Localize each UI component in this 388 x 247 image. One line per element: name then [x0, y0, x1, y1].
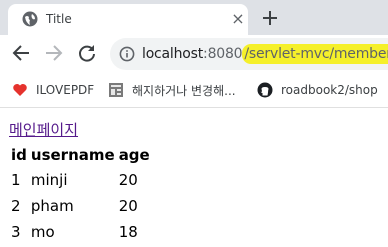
forward-arrow-icon[interactable] [42, 41, 66, 65]
cell-age: 18 [118, 223, 138, 241]
table-row: 1 minji 20 [10, 167, 151, 193]
browser-tab[interactable]: Title × [8, 4, 248, 35]
back-arrow-icon[interactable] [9, 41, 33, 65]
url-host: localhost [142, 46, 204, 62]
cell-username: minji [30, 171, 68, 189]
bookmark-label: roadbook2/shop [281, 83, 378, 97]
url-path-highlighted: /servlet-mvc/members [242, 44, 388, 64]
heart-icon [13, 84, 27, 96]
bookmarks-bar: ILOVEPDF 해지하거나 변경해... roadbook2/shop [0, 72, 388, 108]
bookmark-label: 해지하거나 변경해... [132, 83, 236, 98]
url-text[interactable]: localhost:8080/servlet-mvc/members [142, 44, 388, 64]
table-row: 3 mo 18 [10, 219, 151, 245]
new-tab-icon[interactable] [258, 6, 282, 30]
bookmark-ilovepdf[interactable]: ILOVEPDF [12, 81, 94, 99]
url-port: :8080 [203, 46, 243, 62]
close-tab-icon[interactable]: × [230, 11, 246, 27]
bookmark-document[interactable]: 해지하거나 변경해... [108, 81, 236, 99]
table-header-row: id username age [10, 143, 151, 167]
cell-username: mo [30, 223, 55, 241]
home-page-link[interactable]: 메인페이지 [9, 119, 78, 140]
toolbar: localhost:8080/servlet-mvc/members [0, 35, 388, 72]
members-table: id username age 1 minji 20 2 pham 20 3 m… [8, 143, 153, 245]
globe-icon [22, 11, 38, 27]
info-icon[interactable] [119, 46, 135, 62]
cell-username: pham [30, 197, 74, 215]
reload-icon[interactable] [75, 41, 99, 65]
table-row: 2 pham 20 [10, 193, 151, 219]
cell-age: 20 [118, 171, 138, 189]
page-content: 메인페이지 id username age 1 minji 20 2 pham … [0, 108, 388, 247]
cell-id: 2 [11, 197, 21, 215]
github-icon [257, 82, 273, 98]
column-header-id: id [11, 146, 27, 164]
address-bar[interactable]: localhost:8080/servlet-mvc/members [110, 38, 388, 70]
cell-id: 1 [11, 171, 21, 189]
column-header-age: age [118, 146, 150, 164]
bookmark-label: ILOVEPDF [36, 83, 95, 97]
cell-age: 20 [118, 197, 138, 215]
document-icon [109, 83, 123, 97]
tab-strip: Title × [0, 0, 388, 35]
cell-id: 3 [11, 223, 21, 241]
bookmark-roadbook2-shop[interactable]: roadbook2/shop [257, 81, 378, 99]
column-header-username: username [30, 146, 115, 164]
tab-title: Title [46, 12, 72, 26]
